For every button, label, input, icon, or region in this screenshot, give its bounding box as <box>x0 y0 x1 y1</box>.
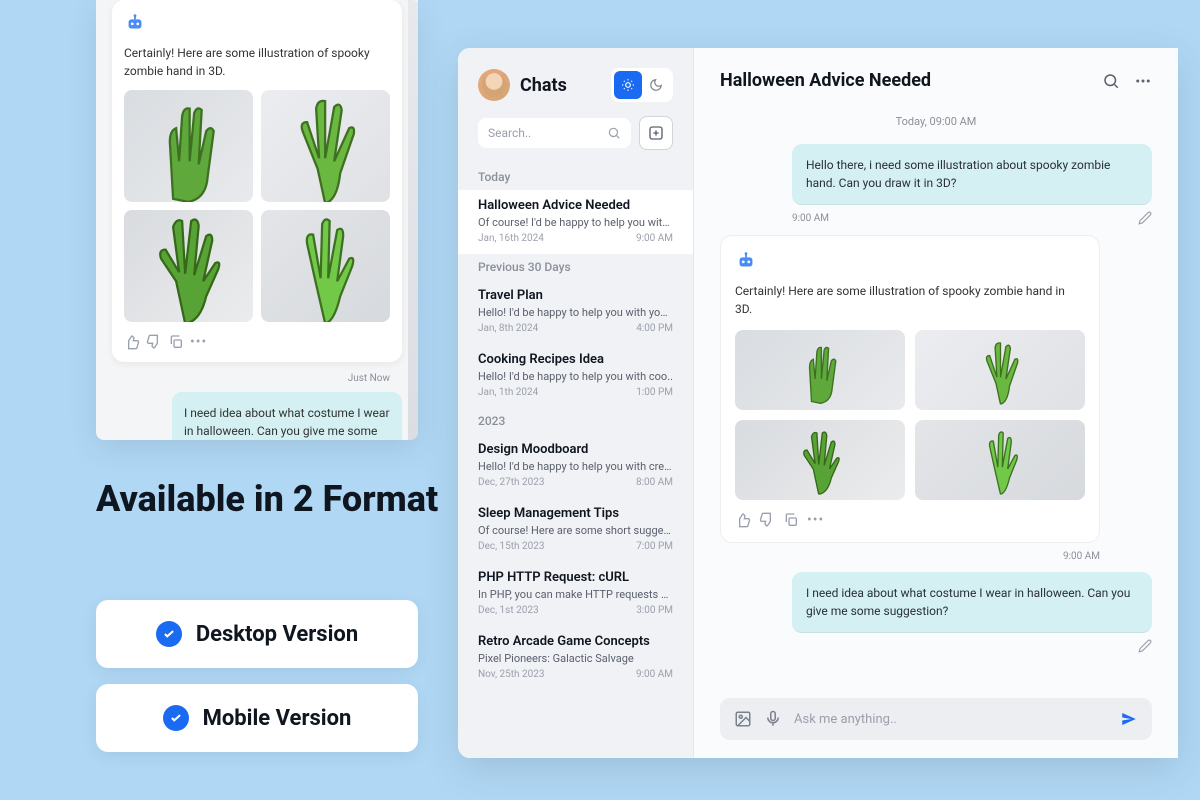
badge-label: Mobile Version <box>203 706 352 731</box>
generated-image[interactable] <box>124 210 253 322</box>
mobile-version-badge: Mobile Version <box>96 684 418 752</box>
check-icon <box>156 621 182 647</box>
message-actions: ••• <box>735 512 1085 528</box>
message-timestamp: 9:00 AM <box>720 551 1100 562</box>
chat-main: Halloween Advice Needed Today, 09:00 AM … <box>694 48 1178 758</box>
search-input[interactable]: Search.. <box>478 118 631 148</box>
chat-item[interactable]: PHP HTTP Request: cURL In PHP, you can m… <box>458 562 693 626</box>
chat-item[interactable]: Retro Arcade Game Concepts Pixel Pioneer… <box>458 626 693 690</box>
edit-icon[interactable] <box>1138 211 1152 225</box>
generated-image[interactable] <box>915 420 1085 500</box>
badge-label: Desktop Version <box>196 622 358 647</box>
chat-title: Halloween Advice Needed <box>720 70 1088 91</box>
desktop-version-badge: Desktop Version <box>96 600 418 668</box>
scrollbar[interactable] <box>408 0 418 440</box>
message-timestamp: 9:00 AM <box>792 213 829 224</box>
image-grid <box>735 330 1085 500</box>
section-label: Previous 30 Days <box>458 254 693 280</box>
chat-item[interactable]: Halloween Advice Needed Of course! I'd b… <box>458 190 693 254</box>
thumbs-down-icon[interactable] <box>146 334 162 350</box>
sidebar: Chats Search.. Today Halloween Advice Ne… <box>458 48 694 758</box>
edit-icon[interactable] <box>1138 639 1152 653</box>
copy-icon[interactable] <box>783 512 799 528</box>
avatar[interactable] <box>478 69 510 101</box>
new-chat-button[interactable] <box>639 116 673 150</box>
message-actions: ••• <box>124 334 390 350</box>
mic-icon[interactable] <box>764 710 782 728</box>
generated-image[interactable] <box>915 330 1085 410</box>
check-icon <box>163 705 189 731</box>
image-grid <box>124 90 390 322</box>
message-meta: 9:00 AM <box>792 211 1152 225</box>
headline: Available in 2 Format <box>96 476 438 523</box>
section-label: Today <box>458 164 693 190</box>
chat-item[interactable]: Design Moodboard Hello! I'd be happy to … <box>458 434 693 498</box>
dark-mode-button[interactable] <box>642 71 670 99</box>
message-meta <box>792 639 1152 653</box>
chat-item[interactable]: Sleep Management Tips Of course! Here ar… <box>458 498 693 562</box>
desktop-mockup: Chats Search.. Today Halloween Advice Ne… <box>458 48 1178 758</box>
user-message: I need idea about what costume I wear in… <box>172 392 402 440</box>
more-icon[interactable]: ••• <box>807 512 824 528</box>
generated-image[interactable] <box>735 420 905 500</box>
chat-input-bar[interactable]: Ask me anything.. <box>720 698 1152 740</box>
user-message: I need idea about what costume I wear in… <box>792 572 1152 633</box>
copy-icon[interactable] <box>168 334 184 350</box>
bot-icon <box>124 12 146 34</box>
thumbs-up-icon[interactable] <box>124 334 140 350</box>
theme-toggle <box>611 68 673 102</box>
image-icon[interactable] <box>734 710 752 728</box>
mobile-mockup: Certainly! Here are some illustration of… <box>96 0 418 440</box>
search-placeholder: Search.. <box>488 126 599 140</box>
date-separator: Today, 09:00 AM <box>720 115 1152 128</box>
more-icon[interactable] <box>1134 72 1152 90</box>
send-icon[interactable] <box>1120 710 1138 728</box>
bot-reply-text: Certainly! Here are some illustration of… <box>124 44 390 80</box>
bot-message-card: Certainly! Here are some illustration of… <box>720 235 1100 543</box>
generated-image[interactable] <box>261 210 390 322</box>
more-icon[interactable]: ••• <box>190 334 207 350</box>
chat-item[interactable]: Cooking Recipes Idea Hello! I'd be happy… <box>458 344 693 408</box>
bot-reply-text: Certainly! Here are some illustration of… <box>735 282 1085 318</box>
sidebar-title: Chats <box>520 75 601 96</box>
user-message: Hello there, i need some illustration ab… <box>792 144 1152 205</box>
message-timestamp: Just Now <box>348 373 390 384</box>
generated-image[interactable] <box>261 90 390 202</box>
chat-item[interactable]: Travel Plan Hello! I'd be happy to help … <box>458 280 693 344</box>
chat-input[interactable]: Ask me anything.. <box>794 712 1108 727</box>
search-icon <box>607 126 621 140</box>
section-label: 2023 <box>458 408 693 434</box>
generated-image[interactable] <box>735 330 905 410</box>
chat-list: Today Halloween Advice Needed Of course!… <box>458 164 693 758</box>
thumbs-down-icon[interactable] <box>759 512 775 528</box>
search-icon[interactable] <box>1102 72 1120 90</box>
bot-icon <box>735 250 757 272</box>
generated-image[interactable] <box>124 90 253 202</box>
thumbs-up-icon[interactable] <box>735 512 751 528</box>
light-mode-button[interactable] <box>614 71 642 99</box>
bot-message-card: Certainly! Here are some illustration of… <box>112 0 402 362</box>
